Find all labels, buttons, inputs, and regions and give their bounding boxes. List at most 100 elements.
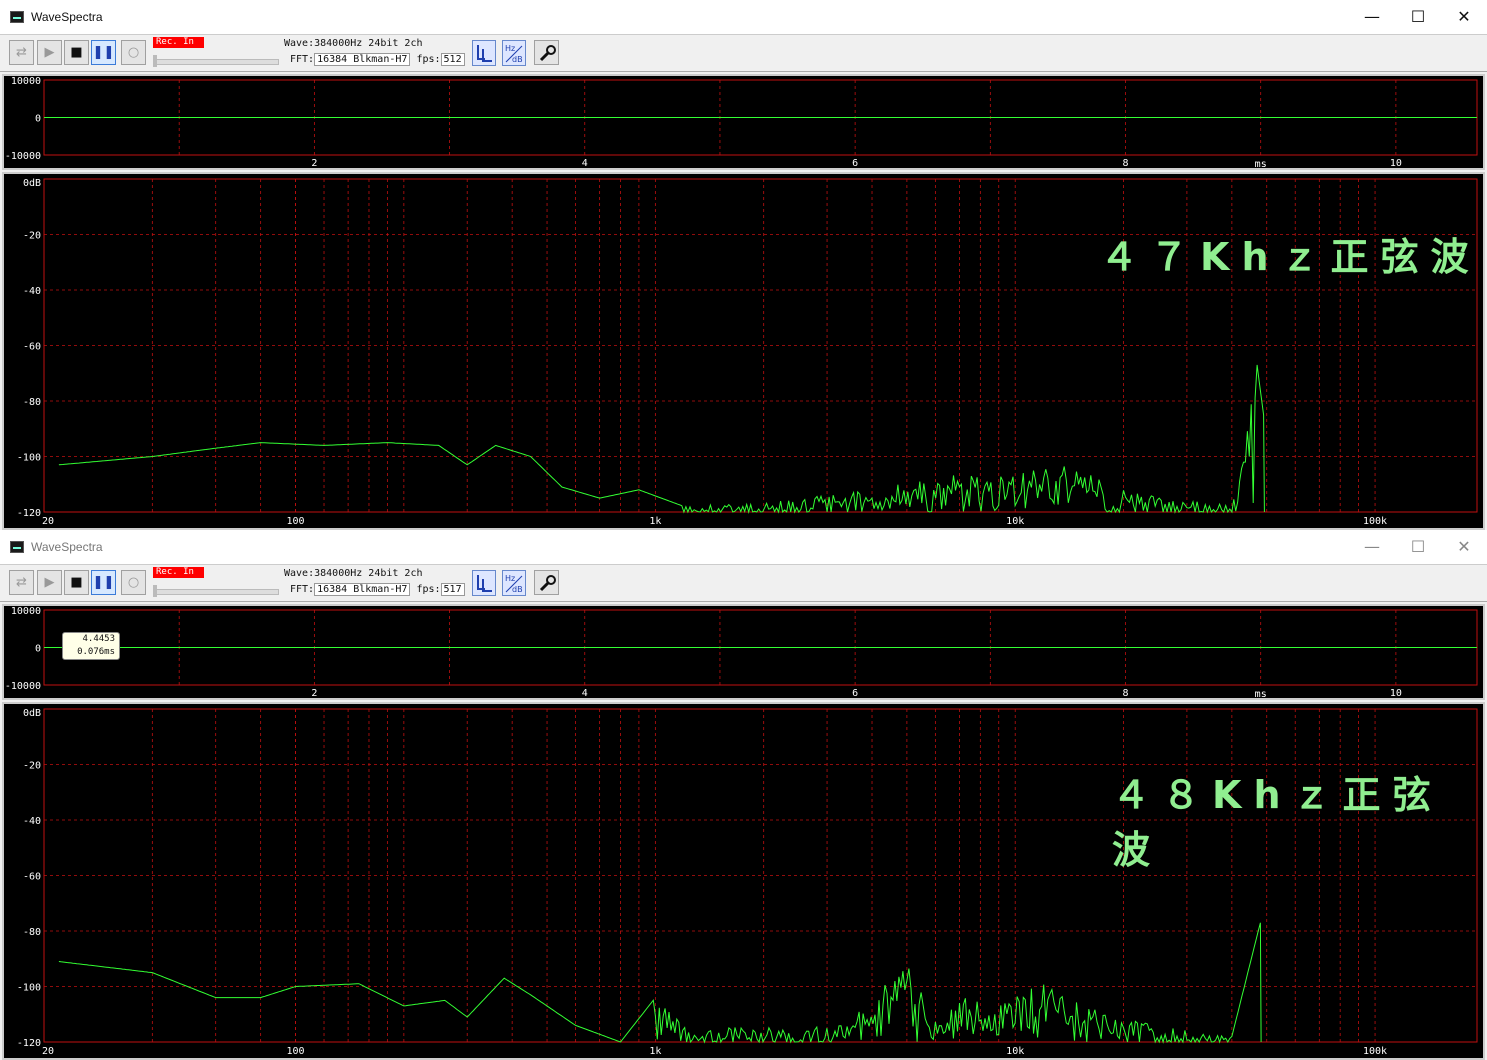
- spectrum-chart: 0dB -20 -40 -60 -80 -100 -12020 100 1k 10k 100k: [17, 708, 1478, 1057]
- window-title: WaveSpectra: [31, 10, 103, 24]
- fps-label: fps:: [416, 54, 441, 65]
- fft-value[interactable]: 16384 Blkman-H7: [314, 53, 411, 66]
- pause-icon[interactable]: ❚❚: [91, 570, 116, 595]
- y-tick-label: -60: [23, 872, 41, 883]
- stop-icon[interactable]: ■: [64, 40, 89, 65]
- svg-text:Hz: Hz: [505, 44, 515, 53]
- y-tick-label: -40: [23, 816, 41, 827]
- tooltip-value: 4.4453: [82, 634, 115, 644]
- x-tick-label: 8: [1122, 688, 1128, 698]
- waveform-panel[interactable]: 10000 0 -10000 2 4 6 8 10 ms: [2, 604, 1485, 700]
- x-tick-label: 6: [852, 688, 858, 698]
- tooltip-time: 0.076ms: [77, 647, 115, 657]
- y-tick-label: -40: [23, 286, 41, 297]
- play-icon[interactable]: ▶: [37, 570, 62, 595]
- x-tick-label: 100: [286, 1046, 304, 1057]
- x-tick-label: 100k: [1363, 516, 1387, 527]
- fps-value[interactable]: 512: [440, 53, 465, 66]
- x-tick-label: 4: [582, 688, 588, 698]
- y-tick-label: -120: [17, 1038, 41, 1049]
- stop-icon[interactable]: ■: [64, 570, 89, 595]
- wavespectra-window-1: WaveSpectra — ☐ ✕ ⇄ ▶ ■ ❚❚ ○ Rec. In Wav…: [0, 0, 1487, 530]
- fps-value[interactable]: 517: [440, 583, 465, 596]
- wave-info: Wave:384000Hz 24bit 2ch: [284, 38, 422, 49]
- y-tick-label: -100: [17, 983, 41, 994]
- maximize-button[interactable]: ☐: [1395, 0, 1441, 34]
- x-tick-label: 2: [311, 158, 317, 168]
- y-tick-label: 0dB: [23, 708, 41, 719]
- app-icon[interactable]: [10, 11, 24, 23]
- y-tick-label: -80: [23, 397, 41, 408]
- svg-text:dB: dB: [512, 585, 523, 594]
- x-tick-label: 10: [1390, 158, 1402, 168]
- channel-lr-icon[interactable]: [472, 570, 496, 596]
- record-icon[interactable]: ○: [121, 40, 146, 65]
- x-tick-label: 8: [1122, 158, 1128, 168]
- x-tick-label: 10k: [1006, 1046, 1024, 1057]
- overlay-caption: ４８Khｚ正弦波: [1112, 773, 1443, 872]
- y-tick-label: 10000: [11, 76, 41, 87]
- level-slider[interactable]: [153, 589, 279, 595]
- x-tick-label: 6: [852, 158, 858, 168]
- settings-wrench-icon[interactable]: [534, 570, 559, 595]
- y-tick-label: -120: [17, 508, 41, 519]
- device-icon[interactable]: ⇄: [9, 570, 34, 595]
- spectrum-trace: [58, 922, 1262, 1044]
- x-tick-label: 4: [582, 158, 588, 168]
- y-tick-label: 0dB: [23, 178, 41, 189]
- wave-value: 384000Hz 24bit 2ch: [314, 568, 423, 579]
- toolbar: ⇄ ▶ ■ ❚❚ ○ Rec. In Wave:384000Hz 24bit 2…: [0, 34, 1487, 72]
- slider-thumb[interactable]: [153, 585, 157, 597]
- close-button[interactable]: ✕: [1441, 530, 1487, 564]
- channel-lr-icon[interactable]: [472, 40, 496, 66]
- rec-in-indicator: Rec. In: [153, 37, 204, 48]
- settings-wrench-icon[interactable]: [534, 40, 559, 65]
- rec-in-indicator: Rec. In: [153, 567, 204, 578]
- spectrum-panel[interactable]: 0dB -20 -40 -60 -80 -100 -120 20 100 1k 10k 100k: [2, 702, 1485, 1060]
- x-tick-label: 100: [286, 516, 304, 527]
- minimize-button[interactable]: —: [1349, 530, 1395, 564]
- x-axis-label: ms: [1255, 159, 1267, 168]
- title-bar[interactable]: WaveSpectra — ☐ ✕: [0, 0, 1487, 34]
- record-icon[interactable]: ○: [121, 570, 146, 595]
- wave-label: Wave:: [284, 38, 315, 49]
- wave-label: Wave:: [284, 568, 315, 579]
- level-slider[interactable]: [153, 59, 279, 65]
- fft-value[interactable]: 16384 Blkman-H7: [314, 583, 411, 596]
- x-tick-label: 20: [42, 516, 54, 527]
- overlay-caption: ４７Khｚ正弦波: [1100, 235, 1481, 279]
- waveform-panel[interactable]: 10000 0 -10000 2 4 6 8 10 ms: [2, 74, 1485, 170]
- y-tick-label: -10000: [5, 151, 41, 162]
- svg-text:dB: dB: [512, 55, 523, 64]
- close-button[interactable]: ✕: [1441, 0, 1487, 34]
- window-title: WaveSpectra: [31, 540, 103, 554]
- maximize-button[interactable]: ☐: [1395, 530, 1441, 564]
- slider-thumb[interactable]: [153, 55, 157, 67]
- title-bar[interactable]: WaveSpectra — ☐ ✕: [0, 530, 1487, 564]
- fps-label: fps:: [416, 584, 441, 595]
- device-icon[interactable]: ⇄: [9, 40, 34, 65]
- y-tick-label: -60: [23, 342, 41, 353]
- y-tick-label: 0: [35, 114, 41, 125]
- y-tick-label: -100: [17, 453, 41, 464]
- x-tick-label: 1k: [649, 1046, 661, 1057]
- cursor-tooltip: 4.4453 0.076ms: [62, 632, 120, 660]
- hz-db-icon[interactable]: Hz dB: [502, 40, 526, 66]
- wave-info: Wave:384000Hz 24bit 2ch: [284, 568, 422, 579]
- pause-icon[interactable]: ❚❚: [91, 40, 116, 65]
- hz-db-icon[interactable]: Hz dB: [502, 570, 526, 596]
- play-icon[interactable]: ▶: [37, 40, 62, 65]
- y-tick-label: 0: [35, 644, 41, 655]
- fft-info: FFT: 16384 Blkman-H7 fps: 517: [290, 583, 465, 596]
- x-tick-label: 10: [1390, 688, 1402, 698]
- y-tick-label: -80: [23, 927, 41, 938]
- x-tick-label: 1k: [649, 516, 661, 527]
- app-icon[interactable]: [10, 541, 24, 553]
- x-tick-label: 2: [311, 688, 317, 698]
- fft-label: FFT:: [290, 54, 315, 65]
- fft-info: FFT: 16384 Blkman-H7 fps: 512: [290, 53, 465, 66]
- svg-text:Hz: Hz: [505, 574, 515, 583]
- minimize-button[interactable]: —: [1349, 0, 1395, 34]
- y-tick-label: -20: [23, 231, 41, 242]
- waveform-chart: 10000 0 -10000 2 4 6 8 10 ms: [5, 76, 1478, 168]
